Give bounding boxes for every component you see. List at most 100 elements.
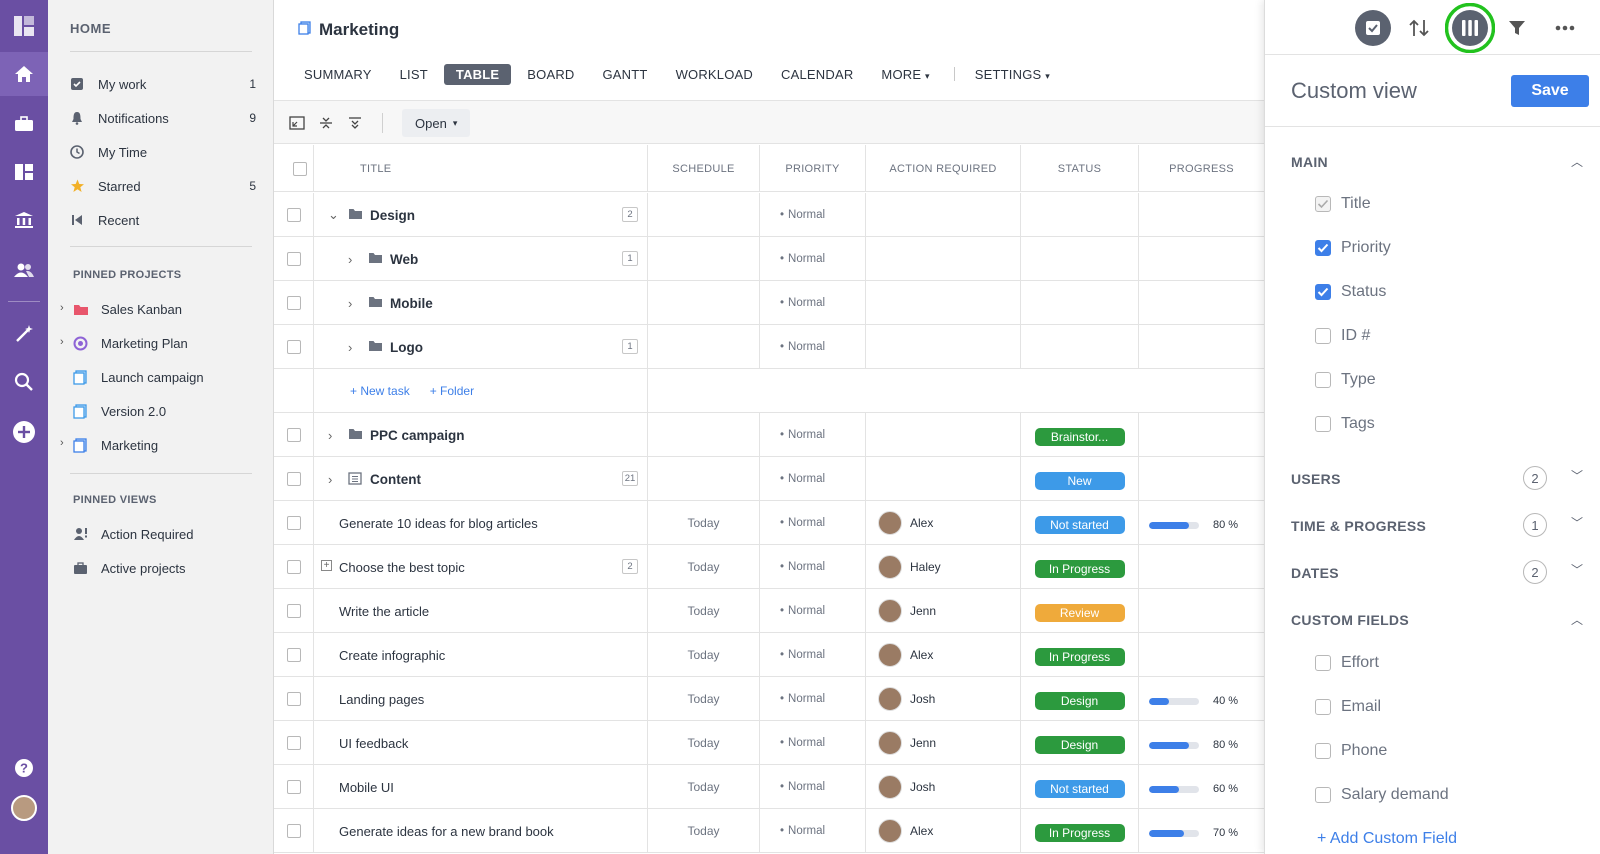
option-checkbox[interactable] <box>1315 196 1331 212</box>
chevron-right-icon[interactable]: › <box>348 340 352 355</box>
add-custom-field-link[interactable]: + Add Custom Field <box>1317 830 1457 848</box>
chevron-down-icon[interactable]: ⌄ <box>328 207 339 223</box>
action-required-cell[interactable]: Jenn <box>866 721 1021 765</box>
briefcase-icon[interactable] <box>0 102 48 146</box>
status-cell[interactable]: New <box>1021 457 1139 501</box>
row-checkbox[interactable] <box>287 692 301 706</box>
row-checkbox[interactable] <box>287 472 301 486</box>
progress-cell[interactable] <box>1139 545 1264 589</box>
filter-icon[interactable] <box>1499 10 1535 46</box>
row-checkbox[interactable] <box>287 516 301 530</box>
option-checkbox[interactable] <box>1315 372 1331 388</box>
schedule-cell[interactable]: Today <box>648 765 760 809</box>
table-row[interactable]: Mobile UI Today • Normal Josh Not started 60 % <box>274 765 1264 809</box>
save-button[interactable]: Save <box>1511 75 1589 107</box>
action-required-cell[interactable] <box>866 237 1021 281</box>
progress-cell[interactable] <box>1139 457 1264 501</box>
sidebar-item-launch-campaign[interactable]: Launch campaign <box>73 362 259 392</box>
progress-cell[interactable] <box>1139 325 1264 369</box>
schedule-cell[interactable]: Today <box>648 677 760 721</box>
action-required-cell[interactable] <box>866 325 1021 369</box>
table-row[interactable]: Create infographic Today • Normal Alex In Pro… <box>274 633 1264 677</box>
action-required-cell[interactable]: Josh <box>866 677 1021 721</box>
status-cell[interactable]: Not started <box>1021 501 1139 545</box>
row-title[interactable]: Create infographic <box>339 648 445 663</box>
collapse-all-icon[interactable] <box>317 114 335 132</box>
column-header-progress[interactable]: PROGRESS <box>1139 145 1264 192</box>
sidebar-item-active-projects[interactable]: Active projects <box>73 553 259 583</box>
chevron-down-icon[interactable]: ﹀ <box>1571 514 1583 531</box>
sort-icon[interactable] <box>1401 10 1437 46</box>
tab-table[interactable]: TABLE <box>443 63 512 85</box>
row-checkbox[interactable] <box>287 780 301 794</box>
table-row[interactable]: Landing pages Today • Normal Josh Design 40 % <box>274 677 1264 721</box>
dashboard-icon[interactable] <box>0 150 48 194</box>
sidebar-item-marketing-plan[interactable]: Marketing Plan <box>73 328 259 358</box>
row-title[interactable]: Generate 10 ideas for blog articles <box>339 516 538 531</box>
schedule-cell[interactable]: Today <box>648 809 760 853</box>
status-cell[interactable]: Brainstor... <box>1021 413 1139 457</box>
option-checkbox[interactable] <box>1315 284 1331 300</box>
tab-more[interactable]: MORE ▾ <box>869 64 941 85</box>
action-required-cell[interactable]: Jenn <box>866 589 1021 633</box>
tab-board[interactable]: BOARD <box>515 64 586 85</box>
row-title[interactable]: PPC campaign <box>370 428 465 443</box>
schedule-cell[interactable] <box>648 281 760 325</box>
row-title[interactable]: Choose the best topic <box>339 560 465 575</box>
chevron-right-icon[interactable]: › <box>348 296 352 311</box>
schedule-cell[interactable] <box>648 237 760 281</box>
progress-cell[interactable]: 80 % <box>1139 501 1264 545</box>
table-row[interactable]: ⌄ Design 2 • Normal <box>274 193 1264 237</box>
status-cell[interactable] <box>1021 325 1139 369</box>
table-row[interactable]: + Choose the best topic 2 Today • Normal Haley… <box>274 545 1264 589</box>
row-title[interactable]: Design <box>370 208 415 223</box>
status-cell[interactable] <box>1021 193 1139 237</box>
column-option-salary-demand[interactable]: Salary demand <box>1315 784 1449 806</box>
column-option-title[interactable]: Title <box>1315 193 1371 215</box>
schedule-cell[interactable]: Today <box>648 501 760 545</box>
priority-cell[interactable]: • Normal <box>760 765 866 809</box>
row-checkbox[interactable] <box>287 208 301 222</box>
column-option-priority[interactable]: Priority <box>1315 237 1391 259</box>
action-required-cell[interactable]: Alex <box>866 809 1021 853</box>
action-required-cell[interactable] <box>866 193 1021 237</box>
status-cell[interactable]: Not started <box>1021 765 1139 809</box>
action-required-cell[interactable]: Haley <box>866 545 1021 589</box>
new-task-link[interactable]: + New task <box>350 384 410 398</box>
chevron-right-icon[interactable]: › <box>328 428 332 443</box>
subtask-expand-icon[interactable]: + <box>321 560 332 571</box>
table-row[interactable]: Generate 10 ideas for blog articles Today… <box>274 501 1264 545</box>
option-checkbox[interactable] <box>1315 328 1331 344</box>
option-checkbox[interactable] <box>1315 743 1331 759</box>
row-title[interactable]: Write the article <box>339 604 429 619</box>
home-icon[interactable] <box>0 52 48 96</box>
priority-cell[interactable]: • Normal <box>760 501 866 545</box>
row-checkbox[interactable] <box>287 604 301 618</box>
column-option-email[interactable]: Email <box>1315 696 1381 718</box>
section-users-heading[interactable]: USERS <box>1291 471 1341 487</box>
search-icon[interactable] <box>0 360 48 404</box>
priority-cell[interactable]: • Normal <box>760 589 866 633</box>
table-row[interactable]: › Mobile • Normal <box>274 281 1264 325</box>
row-checkbox[interactable] <box>287 648 301 662</box>
sidebar-item-version-2[interactable]: Version 2.0 <box>73 396 259 426</box>
app-logo-icon[interactable] <box>0 4 48 48</box>
row-title[interactable]: Content <box>370 472 421 487</box>
column-option-id[interactable]: ID # <box>1315 325 1370 347</box>
sidebar-item-notifications[interactable]: Notifications 9 <box>70 103 256 133</box>
row-title[interactable]: Mobile <box>390 296 433 311</box>
schedule-cell[interactable]: Today <box>648 589 760 633</box>
column-header-title[interactable]: TITLE <box>314 145 648 192</box>
new-folder-link[interactable]: + Folder <box>430 384 474 398</box>
progress-cell[interactable] <box>1139 193 1264 237</box>
column-option-type[interactable]: Type <box>1315 369 1376 391</box>
priority-cell[interactable]: • Normal <box>760 677 866 721</box>
action-required-cell[interactable]: Alex <box>866 633 1021 677</box>
action-required-cell[interactable]: Alex <box>866 501 1021 545</box>
user-avatar[interactable] <box>0 786 48 830</box>
priority-cell[interactable]: • Normal <box>760 457 866 501</box>
table-row[interactable]: + New task + Folder <box>274 369 1264 413</box>
schedule-cell[interactable] <box>648 325 760 369</box>
row-checkbox[interactable] <box>287 340 301 354</box>
status-cell[interactable]: Design <box>1021 721 1139 765</box>
